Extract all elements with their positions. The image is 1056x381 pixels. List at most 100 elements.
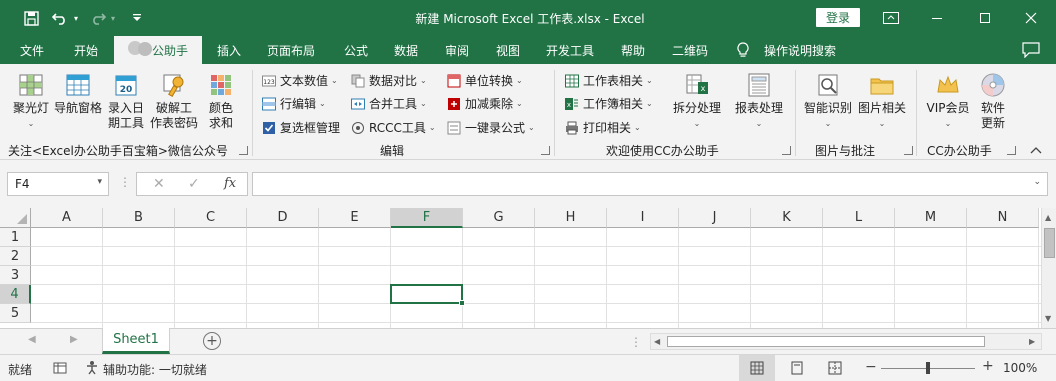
expand-formula-icon[interactable]: ⌄ [1033, 177, 1041, 187]
sheet-related-button[interactable]: 工作表相关 ⌄ [565, 72, 653, 89]
row-header-4[interactable]: 4 [0, 285, 31, 304]
redo-dropdown-icon[interactable]: ▾ [108, 8, 118, 28]
arithmetic-button[interactable]: 加减乘除 ⌄ [447, 95, 523, 112]
column-header-j[interactable]: J [679, 208, 751, 228]
column-header-i[interactable]: I [607, 208, 679, 228]
redo-icon[interactable] [88, 8, 108, 28]
row-header-5[interactable]: 5 [0, 304, 31, 323]
tab-page-layout[interactable]: 页面布局 [267, 42, 315, 59]
tab-splitter-icon[interactable]: ⋮ [630, 335, 642, 349]
row-edit-button[interactable]: 行编辑 ⌄ [262, 95, 326, 112]
picture-related-button[interactable]: 图片相关 ⌄ [854, 72, 910, 131]
ribbon-display-icon[interactable] [868, 0, 914, 36]
dialog-launcher-icon[interactable] [782, 146, 791, 155]
add-sheet-icon[interactable]: + [203, 332, 221, 350]
one-key-formula-button[interactable]: 一键录公式 ⌄ [447, 119, 535, 136]
zoom-level[interactable]: 100% [1003, 361, 1037, 375]
software-update-button[interactable]: 软件 更新 [974, 72, 1012, 131]
vertical-scroll-thumb[interactable] [1044, 228, 1055, 258]
column-header-k[interactable]: K [751, 208, 823, 228]
column-header-d[interactable]: D [247, 208, 319, 228]
dialog-launcher-icon[interactable] [904, 146, 913, 155]
select-all-corner[interactable] [0, 208, 31, 228]
accessibility-status[interactable]: 辅助功能: 一切就绪 [103, 361, 207, 378]
tab-help[interactable]: 帮助 [621, 42, 645, 59]
column-header-a[interactable]: A [31, 208, 103, 228]
column-header-e[interactable]: E [319, 208, 391, 228]
checkbox-manager-button[interactable]: 复选框管理 [262, 119, 340, 136]
merge-tool-button[interactable]: 合并工具 ⌄ [351, 95, 427, 112]
column-header-g[interactable]: G [463, 208, 535, 228]
workbook-related-button[interactable]: x 工作簿相关 ⌄ [565, 95, 653, 112]
formula-input[interactable]: ⌄ [252, 172, 1048, 196]
sheet-tab-sheet1[interactable]: Sheet1 [102, 328, 170, 354]
row-header-3[interactable]: 3 [0, 266, 31, 285]
collapse-ribbon-icon[interactable] [1030, 144, 1042, 157]
comments-icon[interactable] [1022, 42, 1040, 61]
nav-pane-button[interactable]: 导航窗格 [54, 72, 102, 116]
scroll-up-icon[interactable]: ▲ [1045, 213, 1051, 222]
tab-developer[interactable]: 开发工具 [546, 42, 594, 59]
maximize-icon[interactable] [962, 0, 1008, 36]
tab-insert[interactable]: 插入 [217, 42, 241, 59]
tell-me-search[interactable]: 操作说明搜索 [764, 42, 836, 59]
dialog-launcher-icon[interactable] [1007, 146, 1016, 155]
tab-review[interactable]: 审阅 [445, 42, 469, 59]
undo-icon[interactable] [50, 8, 70, 28]
zoom-slider-thumb[interactable] [926, 362, 930, 374]
insert-function-icon[interactable]: fx [224, 176, 236, 191]
report-process-button[interactable]: 报表处理 ⌄ [730, 72, 788, 131]
selected-cell[interactable] [390, 284, 465, 306]
color-sum-button[interactable]: 颜色 求和 [202, 72, 240, 131]
macro-record-icon[interactable] [53, 361, 67, 378]
scroll-down-icon[interactable]: ▼ [1045, 314, 1051, 323]
customize-qat-icon[interactable] [130, 8, 144, 28]
dialog-launcher-icon[interactable] [541, 146, 550, 155]
column-header-h[interactable]: H [535, 208, 607, 228]
vertical-scrollbar[interactable]: ▲ ▼ [1041, 208, 1056, 328]
text-value-button[interactable]: 123 文本数值 ⌄ [262, 72, 338, 89]
column-header-c[interactable]: C [175, 208, 247, 228]
next-sheet-icon[interactable]: ▶ [70, 334, 78, 345]
chevron-down-icon[interactable]: ▾ [97, 177, 102, 187]
vip-member-button[interactable]: VIP会员 ⌄ [922, 72, 974, 131]
horizontal-scrollbar[interactable]: ◀ ▶ [650, 333, 1042, 350]
smart-recognize-button[interactable]: 智能识别 ⌄ [800, 72, 856, 131]
row-header-1[interactable]: 1 [0, 228, 31, 247]
scroll-right-icon[interactable]: ▶ [1029, 337, 1035, 346]
dialog-launcher-icon[interactable] [239, 146, 248, 155]
save-icon[interactable] [22, 8, 40, 28]
column-header-b[interactable]: B [103, 208, 175, 228]
spotlight-button[interactable]: 聚光灯 ⌄ [10, 72, 52, 131]
prev-sheet-icon[interactable]: ◀ [28, 334, 36, 345]
column-header-n[interactable]: N [967, 208, 1039, 228]
minimize-icon[interactable] [914, 0, 960, 36]
fill-handle[interactable] [459, 300, 465, 306]
tab-qrcode[interactable]: 二维码 [672, 42, 708, 59]
undo-dropdown-icon[interactable]: ▾ [71, 8, 81, 28]
cancel-icon[interactable]: ✕ [153, 176, 165, 192]
split-process-button[interactable]: x 拆分处理 ⌄ [668, 72, 726, 131]
tab-cc-assistant[interactable]: 公助手 [114, 36, 202, 64]
enter-icon[interactable]: ✓ [188, 176, 200, 192]
tab-data[interactable]: 数据 [394, 42, 418, 59]
zoom-in-icon[interactable]: + [982, 358, 994, 374]
page-layout-view-icon[interactable] [790, 361, 804, 378]
tab-formulas[interactable]: 公式 [344, 42, 368, 59]
unit-convert-button[interactable]: 单位转换 ⌄ [447, 72, 523, 89]
data-compare-button[interactable]: 数据对比 ⌄ [351, 72, 427, 89]
tab-home[interactable]: 开始 [74, 42, 98, 59]
scroll-left-icon[interactable]: ◀ [654, 337, 660, 346]
date-entry-button[interactable]: 20 录入日 期工具 [104, 72, 148, 131]
zoom-out-icon[interactable]: − [865, 359, 877, 375]
print-related-button[interactable]: 打印相关 ⌄ [565, 119, 641, 136]
name-box[interactable]: F4 ▾ [7, 172, 109, 196]
column-header-f[interactable]: F [391, 208, 463, 228]
rccc-tool-button[interactable]: RCCC工具 ⌄ [351, 119, 436, 136]
column-header-m[interactable]: M [895, 208, 967, 228]
row-header-2[interactable]: 2 [0, 247, 31, 266]
accessibility-icon[interactable] [85, 360, 99, 378]
horizontal-scroll-thumb[interactable] [667, 336, 985, 347]
worksheet-grid[interactable]: ABCDEFGHIJKLMN 12345 ▲ ▼ [0, 208, 1056, 328]
tab-file[interactable]: 文件 [20, 42, 44, 59]
